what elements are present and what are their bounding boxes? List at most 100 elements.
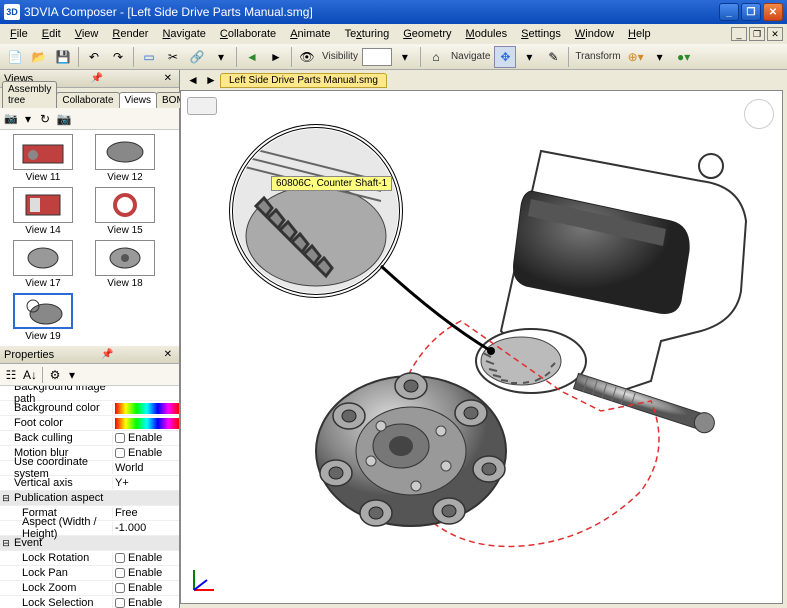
props-az-button[interactable]: A↓: [21, 366, 39, 384]
pin-icon[interactable]: 📌: [88, 73, 106, 84]
minimize-button[interactable]: _: [719, 3, 739, 21]
view-thumb[interactable]: View 14: [4, 187, 82, 236]
forward-button[interactable]: ►: [265, 46, 287, 68]
callout-label[interactable]: 60806C, Counter Shaft-1: [271, 176, 392, 191]
nav-dropdown[interactable]: ▾: [518, 46, 540, 68]
property-row[interactable]: Lock ZoomEnable: [0, 581, 179, 596]
move-button[interactable]: ✥: [494, 46, 516, 68]
tab-collaborate[interactable]: Collaborate: [56, 92, 119, 108]
views-add-button[interactable]: 📷: [2, 110, 20, 128]
tool-button[interactable]: ▾: [210, 46, 232, 68]
property-row[interactable]: Use coordinate systemWorld: [0, 461, 179, 476]
menu-view[interactable]: View: [69, 26, 105, 42]
property-value[interactable]: Enable: [112, 582, 179, 594]
menu-edit[interactable]: Edit: [36, 26, 67, 42]
menu-geometry[interactable]: Geometry: [397, 26, 457, 42]
property-value[interactable]: Enable: [112, 432, 179, 444]
menu-window[interactable]: Window: [569, 26, 620, 42]
views-tabs: Assembly tree Collaborate Views BOM: [0, 88, 179, 108]
save-button[interactable]: 💾: [52, 46, 74, 68]
props-cat-button[interactable]: ☷: [2, 366, 20, 384]
property-value[interactable]: [112, 418, 179, 429]
property-row[interactable]: Vertical axisY+: [0, 476, 179, 491]
tab-views[interactable]: Views: [119, 92, 158, 108]
property-row[interactable]: Lock SelectionEnable: [0, 596, 179, 608]
separator: [420, 47, 421, 67]
views-close-button[interactable]: ✕: [161, 73, 175, 84]
property-row[interactable]: Lock RotationEnable: [0, 551, 179, 566]
axis-triad[interactable]: [189, 565, 219, 595]
color-button[interactable]: ●▾: [673, 46, 695, 68]
3d-viewport[interactable]: 60806C, Counter Shaft-1: [180, 90, 783, 604]
open-button[interactable]: 📂: [28, 46, 50, 68]
transform-button[interactable]: ⊕▾: [625, 46, 647, 68]
menu-collaborate[interactable]: Collaborate: [214, 26, 282, 42]
compass-icon[interactable]: [744, 99, 774, 129]
views-refresh-button[interactable]: ↻: [36, 110, 54, 128]
document-tab[interactable]: Left Side Drive Parts Manual.smg: [220, 73, 387, 88]
pin-icon[interactable]: 📌: [98, 349, 116, 360]
properties-toolbar: ☷ A↓ ⚙ ▾: [0, 364, 179, 386]
property-group[interactable]: ⊟Event: [0, 536, 179, 551]
mdi-minimize-button[interactable]: _: [731, 27, 747, 41]
property-value[interactable]: Free: [112, 507, 179, 519]
view-thumb[interactable]: View 17: [4, 240, 82, 289]
visibility-dropdown[interactable]: ▾: [394, 46, 416, 68]
cut-button[interactable]: ✂: [162, 46, 184, 68]
select-button[interactable]: ▭: [138, 46, 160, 68]
edit-icon[interactable]: ✎: [542, 46, 564, 68]
visibility-input[interactable]: [362, 48, 392, 66]
transform-button-2[interactable]: ▾: [649, 46, 671, 68]
undo-button[interactable]: ↶: [83, 46, 105, 68]
property-row[interactable]: Background color: [0, 401, 179, 416]
menu-animate[interactable]: Animate: [284, 26, 336, 42]
property-row[interactable]: Lock PanEnable: [0, 566, 179, 581]
doc-forward-button[interactable]: ►: [202, 72, 220, 88]
property-value[interactable]: World: [112, 462, 179, 474]
view-thumb[interactable]: View 12: [86, 134, 164, 183]
props-dropdown[interactable]: ▾: [65, 366, 79, 384]
home-icon[interactable]: ⌂: [425, 46, 447, 68]
new-button[interactable]: 📄: [4, 46, 26, 68]
property-group[interactable]: ⊟Publication aspect: [0, 491, 179, 506]
menu-navigate[interactable]: Navigate: [156, 26, 211, 42]
view-thumb[interactable]: View 19: [4, 293, 82, 342]
separator: [291, 47, 292, 67]
back-button[interactable]: ◄: [241, 46, 263, 68]
link-button[interactable]: 🔗: [186, 46, 208, 68]
property-row[interactable]: Foot color: [0, 416, 179, 431]
menu-render[interactable]: Render: [106, 26, 154, 42]
close-button[interactable]: ✕: [763, 3, 783, 21]
menu-modules[interactable]: Modules: [460, 26, 514, 42]
property-value[interactable]: Y+: [112, 477, 179, 489]
property-value[interactable]: [112, 403, 179, 414]
menu-help[interactable]: Help: [622, 26, 657, 42]
eye-icon[interactable]: 👁: [296, 46, 318, 68]
menu-texturing[interactable]: Texturing: [339, 26, 396, 42]
property-value[interactable]: Enable: [112, 552, 179, 564]
property-key: Vertical axis: [12, 477, 112, 489]
property-value[interactable]: Enable: [112, 597, 179, 608]
property-value[interactable]: Enable: [112, 447, 179, 459]
menu-file[interactable]: File: [4, 26, 34, 42]
property-row[interactable]: Back cullingEnable: [0, 431, 179, 446]
props-filter-button[interactable]: ⚙: [46, 366, 64, 384]
render-mode-icon[interactable]: [187, 97, 217, 115]
properties-close-button[interactable]: ✕: [161, 349, 175, 360]
maximize-button[interactable]: ❐: [741, 3, 761, 21]
views-dropdown[interactable]: ▾: [21, 110, 35, 128]
mdi-close-button[interactable]: ✕: [767, 27, 783, 41]
view-thumb[interactable]: View 15: [86, 187, 164, 236]
property-value[interactable]: Enable: [112, 567, 179, 579]
property-value[interactable]: -1.000: [112, 522, 179, 534]
property-row[interactable]: Background image path: [0, 386, 179, 401]
redo-button[interactable]: ↷: [107, 46, 129, 68]
view-thumb[interactable]: View 11: [4, 134, 82, 183]
mdi-restore-button[interactable]: ❐: [749, 27, 765, 41]
doc-back-button[interactable]: ◄: [184, 72, 202, 88]
view-thumb[interactable]: View 18: [86, 240, 164, 289]
tab-assembly-tree[interactable]: Assembly tree: [2, 81, 57, 108]
views-delete-button[interactable]: 📷: [55, 110, 73, 128]
menu-settings[interactable]: Settings: [515, 26, 567, 42]
property-row[interactable]: Aspect (Width / Height)-1.000: [0, 521, 179, 536]
